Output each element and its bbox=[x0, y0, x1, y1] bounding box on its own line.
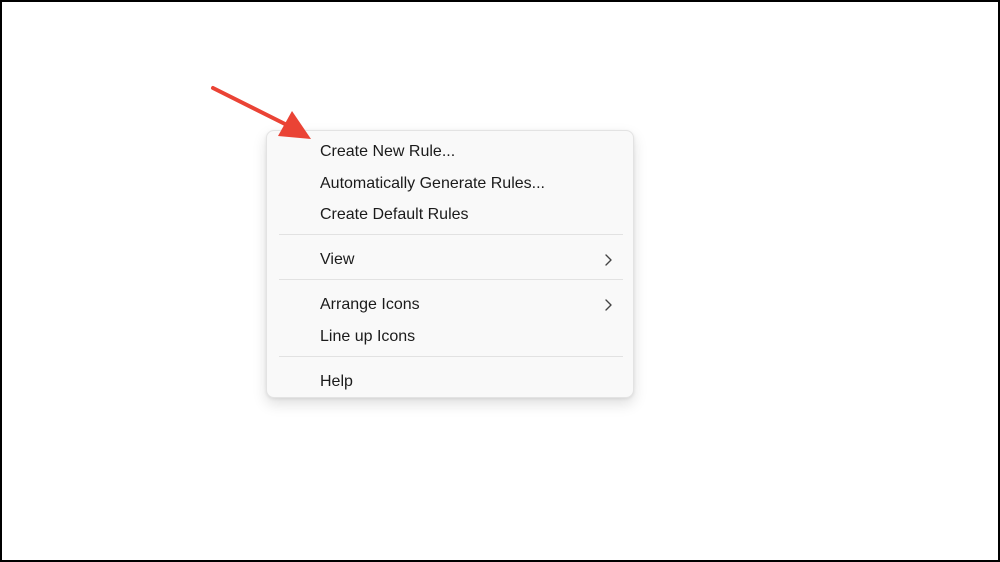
menu-separator bbox=[279, 356, 623, 357]
chevron-right-icon bbox=[605, 254, 612, 266]
menu-item-label: Create Default Rules bbox=[320, 206, 469, 223]
menu-item-label: View bbox=[320, 251, 355, 268]
menu-item-create-default-rules[interactable]: Create Default Rules bbox=[271, 200, 629, 230]
menu-item-view[interactable]: View bbox=[271, 245, 629, 275]
menu-item-label: Automatically Generate Rules... bbox=[320, 175, 545, 192]
menu-item-label: Line up Icons bbox=[320, 328, 416, 345]
menu-item-automatically-generate-rules[interactable]: Automatically Generate Rules... bbox=[271, 169, 629, 199]
menu-item-help[interactable]: Help bbox=[271, 367, 629, 397]
menu-separator bbox=[279, 279, 623, 280]
menu-item-arrange-icons[interactable]: Arrange Icons bbox=[271, 290, 629, 320]
menu-item-create-new-rule[interactable]: Create New Rule... bbox=[271, 137, 629, 167]
menu-item-label: Arrange Icons bbox=[320, 296, 420, 313]
menu-item-label: Create New Rule... bbox=[320, 143, 456, 160]
chevron-right-icon bbox=[605, 299, 612, 311]
menu-item-label: Help bbox=[320, 373, 353, 390]
menu-separator bbox=[279, 234, 623, 235]
menu-item-line-up-icons[interactable]: Line up Icons bbox=[271, 322, 629, 352]
context-menu: Create New Rule... Automatically Generat… bbox=[266, 130, 634, 398]
